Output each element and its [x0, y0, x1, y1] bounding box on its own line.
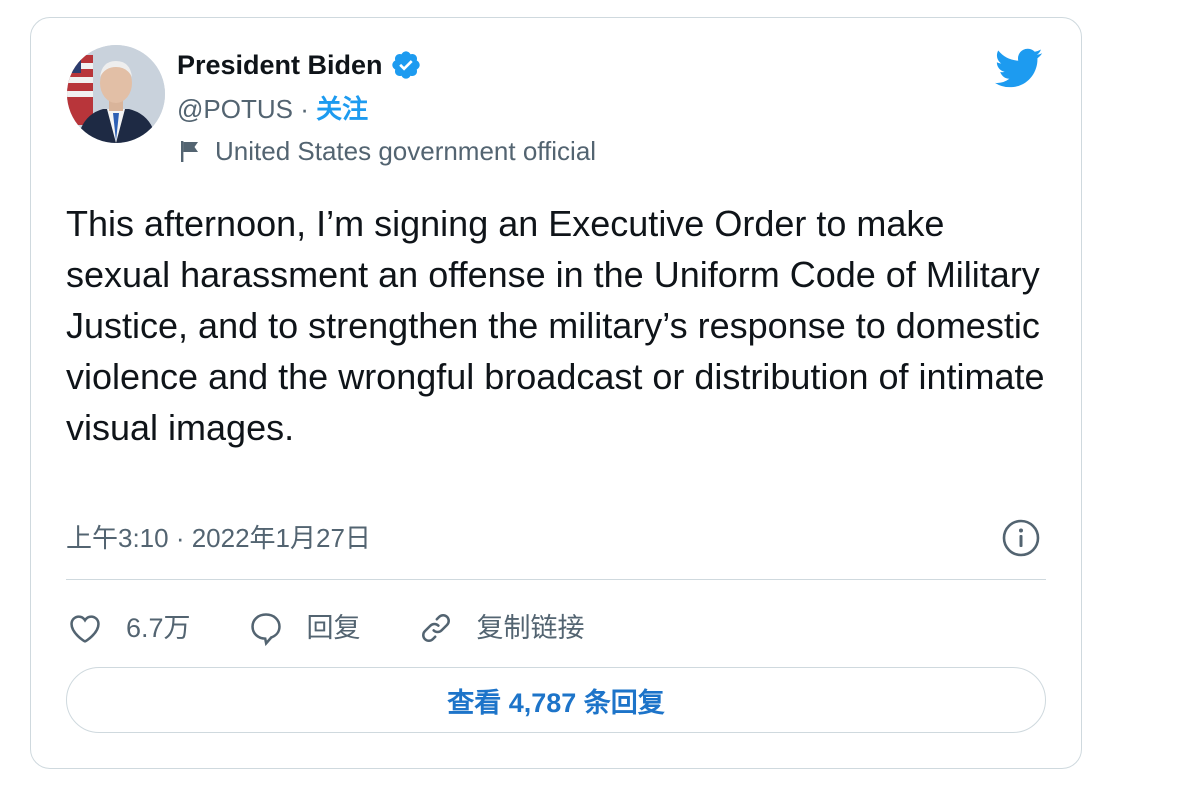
flag-icon: [177, 138, 203, 164]
author-name[interactable]: President Biden: [177, 48, 383, 82]
like-count: 6.7万: [126, 613, 191, 643]
view-replies-button[interactable]: 查看 4,787 条回复: [66, 667, 1046, 733]
handle-separator: ·: [292, 94, 317, 124]
reply-label: 回复: [306, 613, 361, 643]
verified-badge-icon: [390, 49, 422, 81]
info-icon[interactable]: [1001, 518, 1041, 558]
avatar[interactable]: [67, 45, 165, 143]
twitter-bird-icon[interactable]: [993, 46, 1043, 90]
link-icon: [421, 614, 450, 642]
reply-button[interactable]: 回复: [247, 609, 361, 647]
action-bar: 6.7万 回复 复制链接: [66, 608, 641, 648]
copy-link-label: 复制链接: [476, 613, 585, 643]
tweet-timestamp[interactable]: 上午3:10 · 2022年1月27日: [66, 521, 371, 555]
account-label-row: United States government official: [177, 134, 596, 168]
tweet-text: This afternoon, I’m signing an Executive…: [66, 203, 1045, 448]
follow-link[interactable]: 关注: [316, 94, 368, 124]
handle-row: @POTUS · 关注: [177, 92, 368, 126]
author-handle[interactable]: @POTUS: [177, 94, 293, 124]
speech-bubble-icon: [250, 613, 281, 647]
divider: [66, 579, 1046, 580]
account-label: United States government official: [215, 136, 597, 166]
copy-link-button[interactable]: 复制链接: [417, 609, 585, 647]
tweet-card: President Biden @POTUS · 关注 United State…: [30, 17, 1082, 769]
view-replies-label: 查看 4,787 条回复: [447, 687, 665, 718]
author-name-row: President Biden: [177, 48, 422, 82]
heart-icon: [70, 615, 100, 643]
like-button[interactable]: 6.7万: [66, 609, 191, 647]
